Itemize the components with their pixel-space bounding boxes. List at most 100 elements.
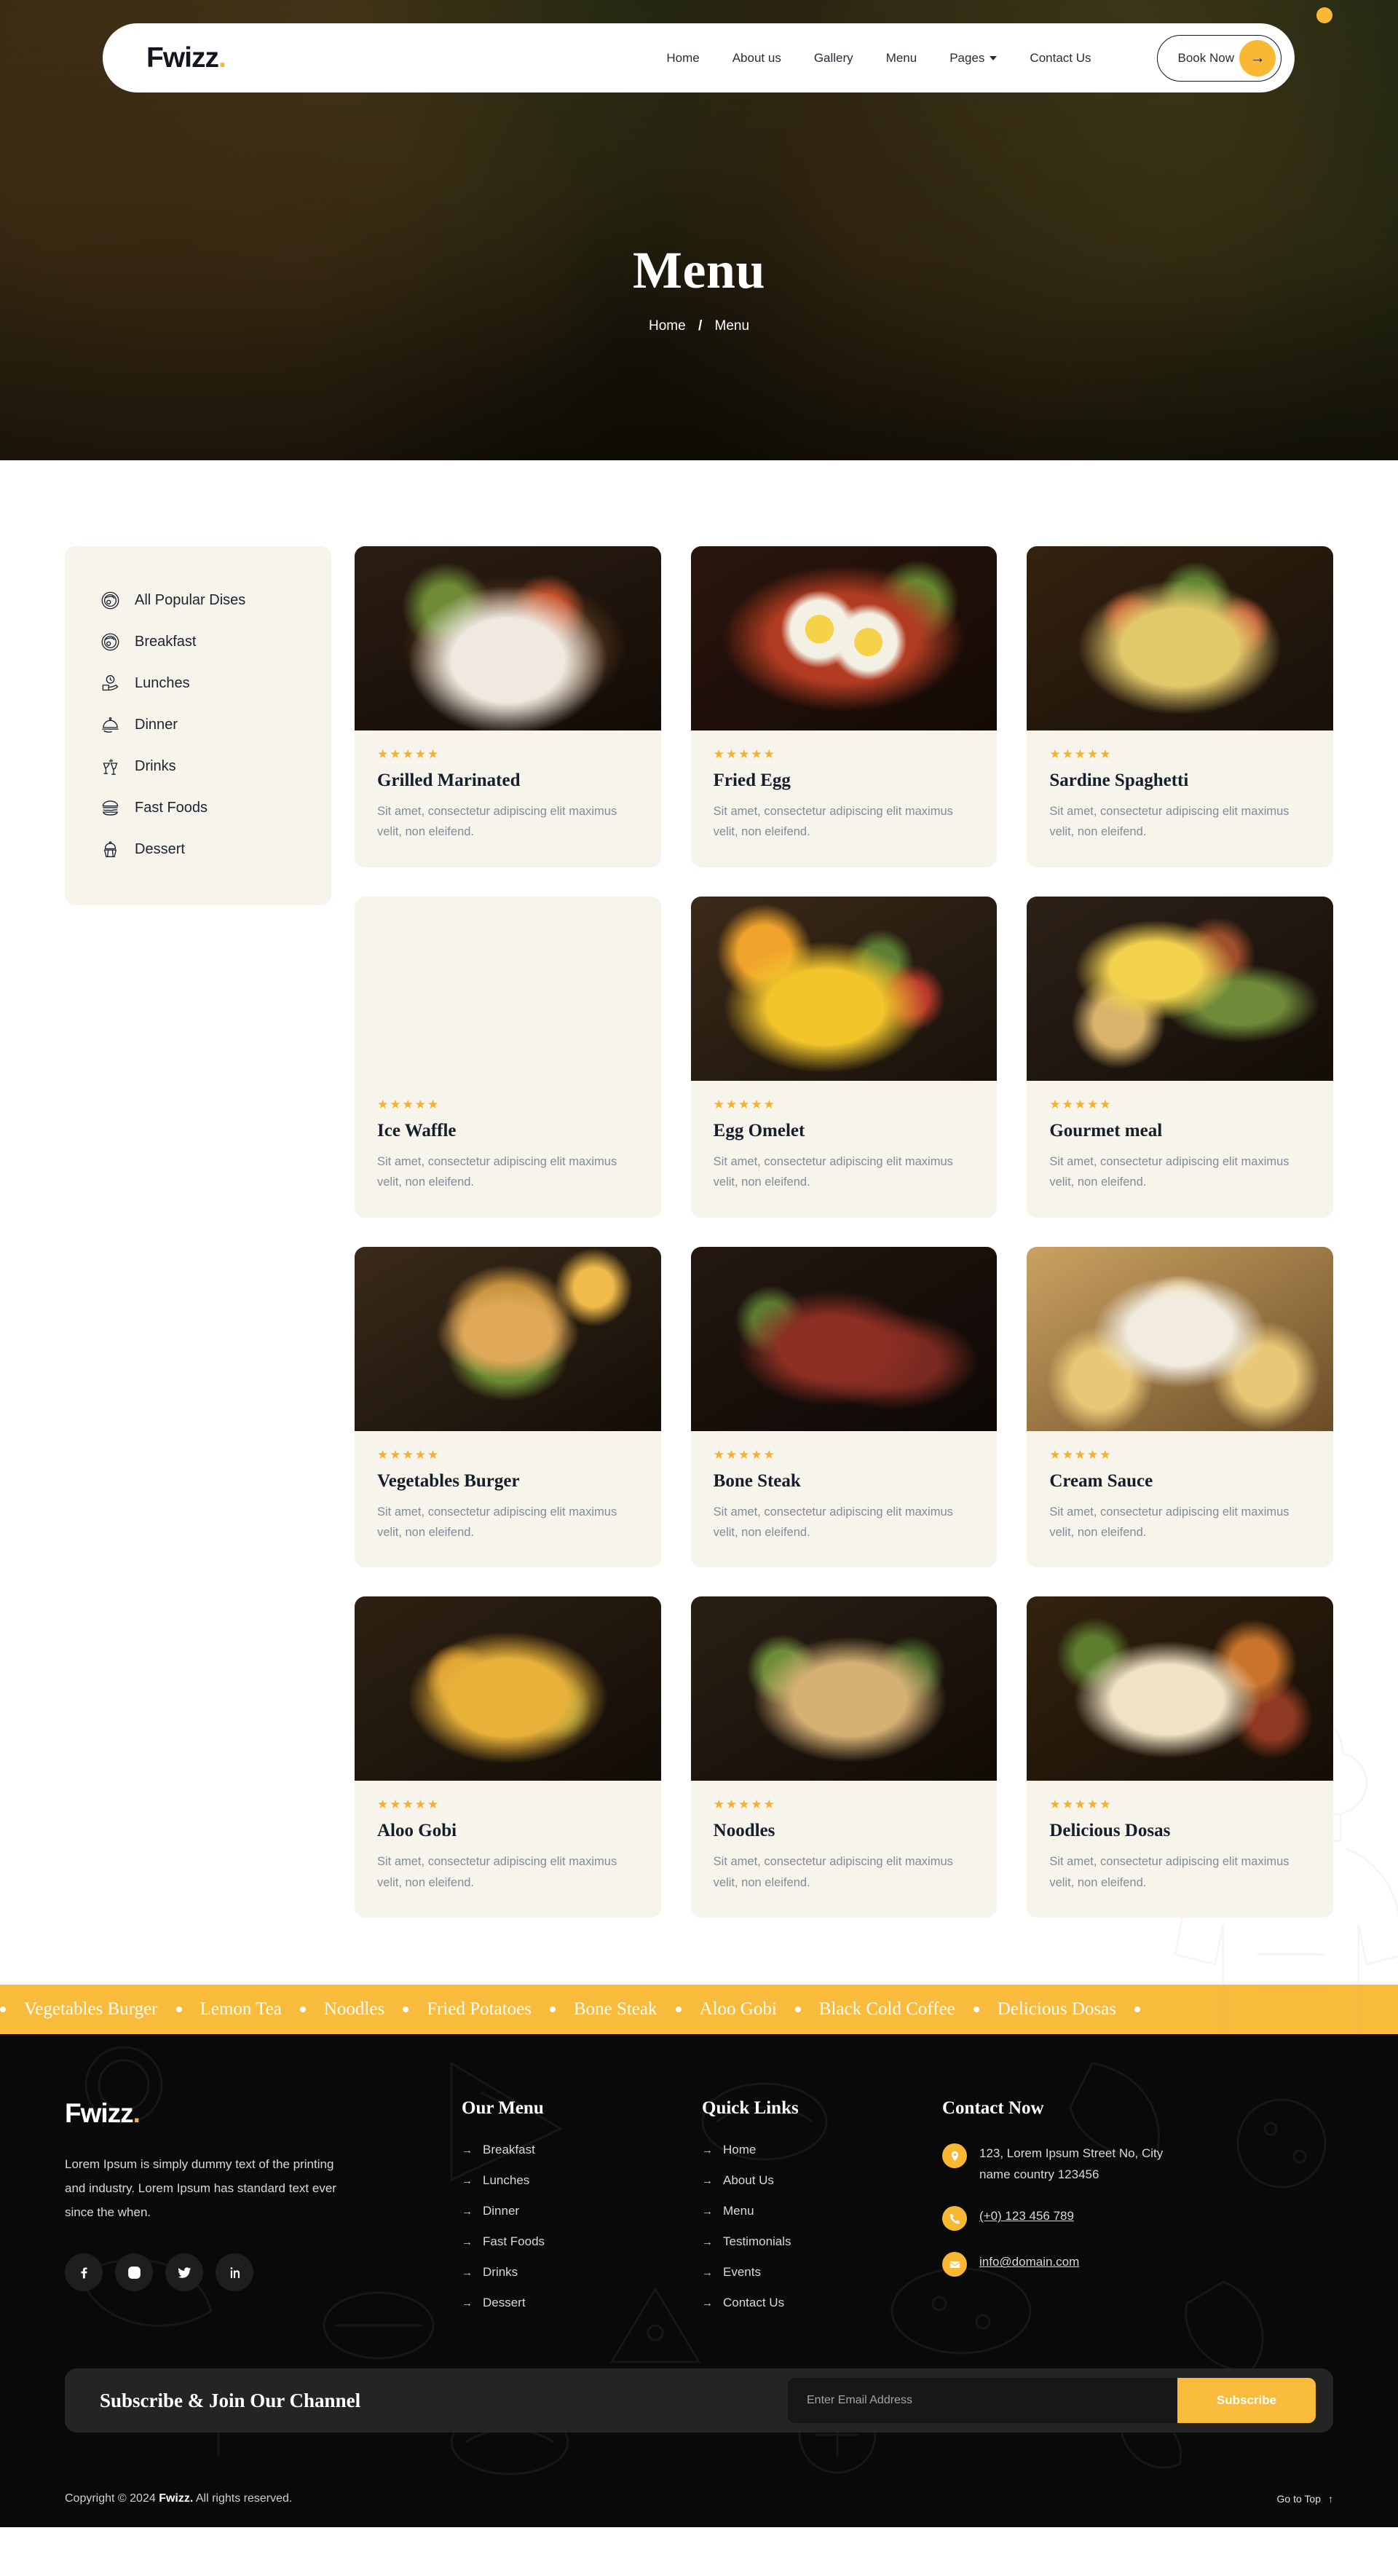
nav-item-about-us[interactable]: About us xyxy=(732,51,781,66)
contact-email-text[interactable]: info@domain.com xyxy=(979,2251,1079,2272)
cupcake-icon xyxy=(100,840,120,860)
menu-card[interactable]: ★★★★★ Egg Omelet Sit amet, consectetur a… xyxy=(690,896,998,1218)
sidebar-item-label: Drinks xyxy=(135,758,176,774)
sidebar-item-fast-foods[interactable]: Fast Foods xyxy=(65,787,331,829)
ticker-track: Vegetables Burger Lemon Tea Noodles Frie… xyxy=(0,1999,1140,2020)
sidebar-item-label: Breakfast xyxy=(135,634,197,650)
sidebar-item-dessert[interactable]: Dessert xyxy=(65,829,331,870)
sidebar-item-breakfast[interactable]: Breakfast xyxy=(65,621,331,663)
menu-card[interactable]: ★★★★★ Grilled Marinated Sit amet, consec… xyxy=(355,546,661,867)
ticker-item: Noodles xyxy=(323,1999,385,2019)
noodles-photo xyxy=(690,1596,998,1781)
footer-link-dinner[interactable]: → Dinner xyxy=(462,2204,702,2218)
subscribe-form: Subscribe xyxy=(788,2378,1316,2423)
arrow-right-icon: → xyxy=(1239,39,1276,76)
footer-link-lunches[interactable]: → Lunches xyxy=(462,2173,702,2188)
menu-item-description: Sit amet, consectetur adipiscing elit ma… xyxy=(1049,1154,1290,1189)
menu-card[interactable]: ★★★★★ Ice Waffle Sit amet, consectetur a… xyxy=(355,896,661,1218)
footer-link-about-us[interactable]: → About Us xyxy=(702,2173,942,2188)
nav-item-gallery[interactable]: Gallery xyxy=(814,51,853,66)
sidebar-item-all-popular-dises[interactable]: All Popular Dises xyxy=(65,580,331,621)
footer-link-label: Events xyxy=(723,2265,761,2279)
menu-card[interactable]: ★★★★★ Aloo Gobi Sit amet, consectetur ad… xyxy=(355,1596,661,1918)
sidebar-item-dinner[interactable]: Dinner xyxy=(65,704,331,746)
social-links xyxy=(65,2253,462,2292)
delicious-dosas-photo xyxy=(1027,1596,1333,1781)
arrow-right-icon: → xyxy=(462,2266,473,2279)
email-input[interactable] xyxy=(788,2378,1177,2423)
footer-link-events[interactable]: → Events xyxy=(702,2265,942,2280)
bullet-dot-icon xyxy=(1134,2006,1140,2012)
menu-item-description: Sit amet, consectetur adipiscing elit ma… xyxy=(713,1154,953,1189)
book-now-button[interactable]: Book Now → xyxy=(1156,34,1282,82)
rating-stars: ★★★★★ xyxy=(377,1797,441,1812)
menu-card[interactable]: ★★★★★ Fried Egg Sit amet, consectetur ad… xyxy=(690,546,998,867)
menu-item-description: Sit amet, consectetur adipiscing elit ma… xyxy=(713,1855,953,1889)
footer-logo-text: Fwizz xyxy=(65,2098,134,2128)
footer-logo[interactable]: Fwizz. xyxy=(65,2098,462,2129)
nav-item-pages[interactable]: Pages xyxy=(949,51,998,66)
mail-icon xyxy=(942,2252,967,2277)
instagram-icon[interactable] xyxy=(115,2253,153,2292)
menu-card[interactable]: ★★★★★ Bone Steak Sit amet, consectetur a… xyxy=(690,1246,998,1568)
ticker-item: Bone Steak xyxy=(573,1999,657,2019)
linkedin-icon[interactable] xyxy=(216,2253,253,2292)
go-to-top-label: Go to Top xyxy=(1276,2493,1321,2505)
sidebar-item-lunches[interactable]: Lunches xyxy=(65,663,331,704)
menu-card[interactable]: ★★★★★ Gourmet meal Sit amet, consectetur… xyxy=(1027,896,1333,1218)
footer-link-contact-us[interactable]: → Contact Us xyxy=(702,2296,942,2310)
menu-card[interactable]: ★★★★★ Vegetables Burger Sit amet, consec… xyxy=(355,1246,661,1568)
menu-card[interactable]: ★★★★★ Noodles Sit amet, consectetur adip… xyxy=(690,1596,998,1918)
footer-link-home[interactable]: → Home xyxy=(702,2143,942,2157)
breadcrumb-current: Menu xyxy=(714,318,750,334)
menu-card[interactable]: ★★★★★ Sardine Spaghetti Sit amet, consec… xyxy=(1027,546,1333,867)
rating-stars: ★★★★★ xyxy=(377,747,441,761)
contact-address-item: 123, Lorem Ipsum Street No, City name co… xyxy=(942,2143,1255,2185)
footer-link-dessert[interactable]: → Dessert xyxy=(462,2296,702,2310)
footer-quick-links-heading: Quick Links xyxy=(702,2098,799,2118)
contact-phone-text[interactable]: (+0) 123 456 789 xyxy=(979,2205,1074,2226)
footer-link-testimonials[interactable]: → Testimonials xyxy=(702,2234,942,2249)
menu-item-title: Bone Steak xyxy=(713,1470,801,1491)
go-to-top-button[interactable]: Go to Top ↑ xyxy=(1277,2493,1333,2505)
footer-link-breakfast[interactable]: → Breakfast xyxy=(462,2143,702,2157)
menu-item-title: Noodles xyxy=(713,1821,775,1841)
nav-item-menu[interactable]: Menu xyxy=(886,51,917,66)
footer-link-label: Dinner xyxy=(483,2204,520,2218)
copyright-brand: Fwizz. xyxy=(159,2492,194,2505)
menu-item-description: Sit amet, consectetur adipiscing elit ma… xyxy=(1049,1855,1290,1889)
nav-label: Menu xyxy=(885,50,917,65)
breadcrumb-home[interactable]: Home xyxy=(649,318,686,334)
twitter-icon[interactable] xyxy=(165,2253,203,2292)
menu-card[interactable]: ★★★★★ Cream Sauce Sit amet, consectetur … xyxy=(1027,1246,1333,1568)
footer-link-menu[interactable]: → Menu xyxy=(702,2204,942,2218)
menu-item-title: Sardine Spaghetti xyxy=(1049,771,1189,790)
menu-item-description: Sit amet, consectetur adipiscing elit ma… xyxy=(713,805,953,839)
sidebar-item-drinks[interactable]: Drinks xyxy=(65,746,331,787)
nav-item-home[interactable]: Home xyxy=(666,51,699,66)
footer-link-drinks[interactable]: → Drinks xyxy=(462,2265,702,2280)
ice-waffle-photo xyxy=(355,897,661,1081)
nav-item-contact-us[interactable]: Contact Us xyxy=(1030,51,1091,66)
menu-card[interactable]: ★★★★★ Delicious Dosas Sit amet, consecte… xyxy=(1027,1596,1333,1918)
subscribe-button[interactable]: Subscribe xyxy=(1177,2378,1316,2423)
footer-link-label: Breakfast xyxy=(483,2143,535,2156)
nav-label: Gallery xyxy=(813,50,853,65)
rating-stars: ★★★★★ xyxy=(377,1097,441,1111)
cloche-icon xyxy=(100,715,120,736)
ticker-item: Fried Potatoes xyxy=(427,1999,532,2019)
rating-stars: ★★★★★ xyxy=(1049,1447,1113,1462)
footer-columns: Fwizz. Lorem Ipsum is simply dummy text … xyxy=(65,2098,1333,2326)
footer-link-label: Dessert xyxy=(483,2296,526,2309)
menu-item-description: Sit amet, consectetur adipiscing elit ma… xyxy=(1049,805,1290,839)
footer-link-fast-foods[interactable]: → Fast Foods xyxy=(462,2234,702,2249)
arrow-right-icon: → xyxy=(702,2266,713,2279)
plate-icon xyxy=(100,632,120,653)
site-logo[interactable]: Fwizz. xyxy=(146,42,226,74)
bullet-dot-icon xyxy=(175,2006,182,2012)
burger-icon xyxy=(100,798,120,819)
footer-link-label: Lunches xyxy=(483,2173,530,2187)
arrow-right-icon: → xyxy=(702,2143,713,2156)
facebook-icon[interactable] xyxy=(65,2253,103,2292)
cream-sauce-photo xyxy=(1027,1246,1333,1431)
